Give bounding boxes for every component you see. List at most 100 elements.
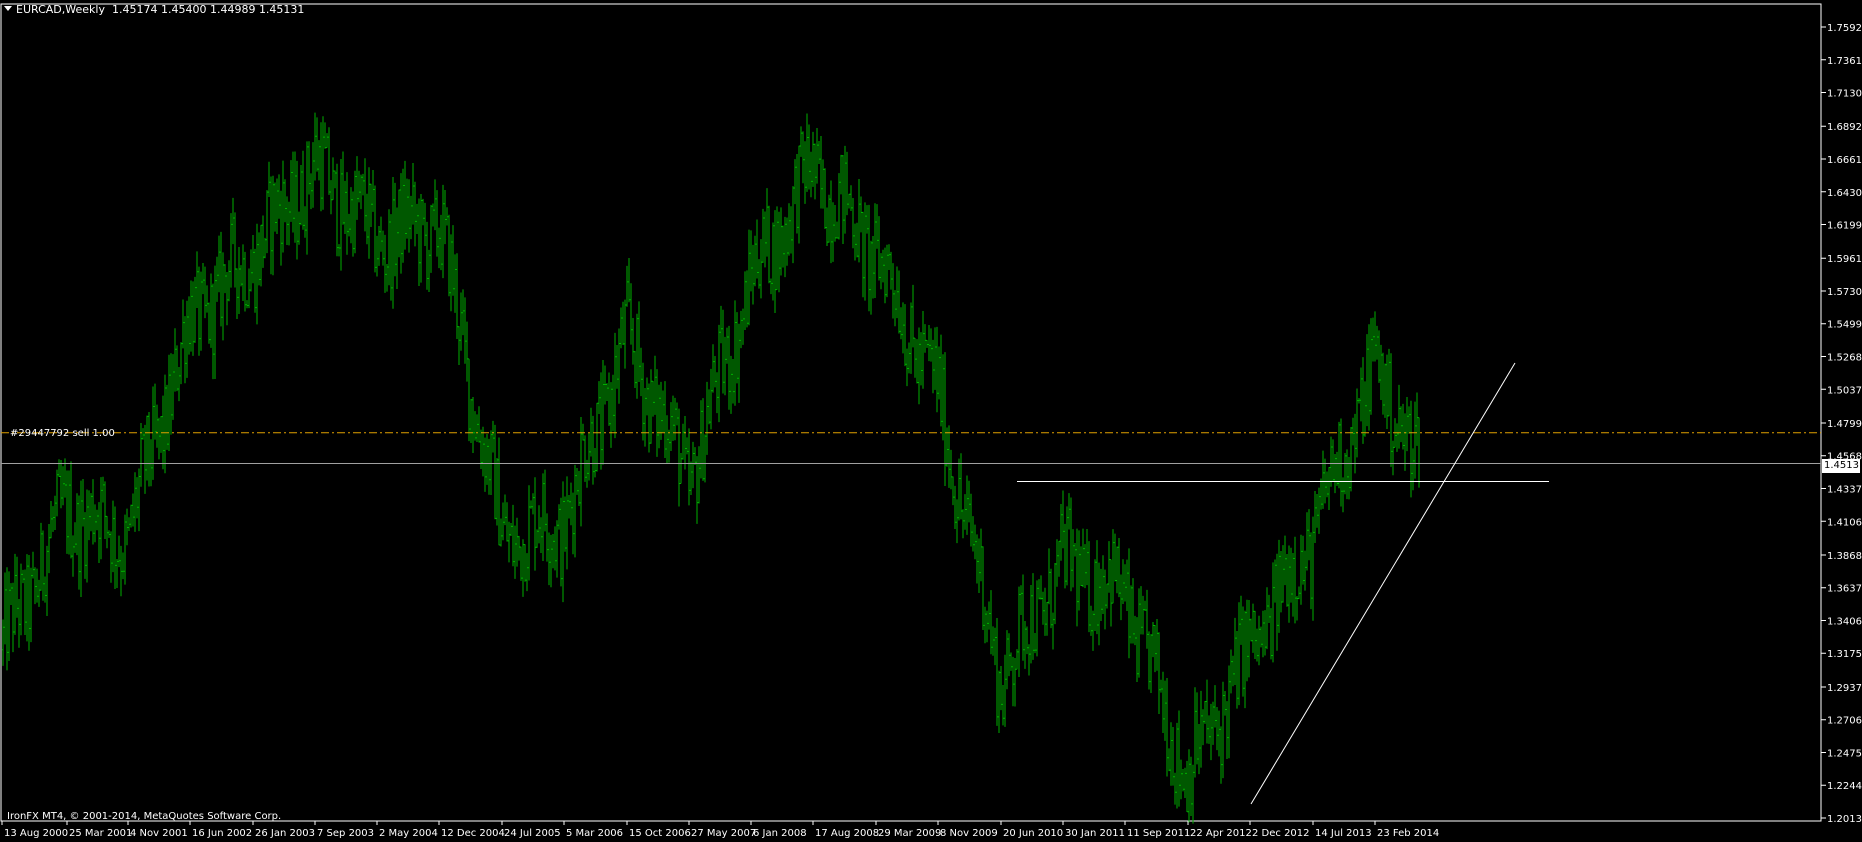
ohlc-bar	[1094, 559, 1096, 632]
ohlc-bar	[1368, 324, 1370, 431]
ohlc-bar	[898, 270, 900, 334]
ohlc-bar	[486, 433, 488, 485]
ohlc-bar	[400, 173, 402, 274]
ohlc-bar	[616, 345, 618, 389]
ohlc-bar	[476, 414, 478, 443]
ohlc-bar	[538, 505, 540, 544]
ohlc-bar	[24, 569, 26, 635]
ohlc-bar	[218, 235, 220, 293]
ohlc-bar	[454, 254, 456, 313]
ohlc-bar	[344, 180, 346, 235]
ohlc-bar	[508, 521, 510, 563]
ohlc-bar	[232, 197, 234, 245]
ohlc-bar	[730, 355, 732, 414]
ohlc-bar	[120, 545, 122, 597]
ohlc-bar	[670, 402, 672, 452]
ohlc-bar	[796, 154, 798, 234]
ohlc-bar	[1026, 626, 1028, 655]
ohlc-bar	[236, 268, 238, 319]
x-tick-label: 27 May 2007	[691, 828, 756, 839]
ohlc-bar	[828, 194, 830, 243]
ohlc-bar	[1160, 679, 1162, 693]
ohlc-bar	[544, 469, 546, 532]
ohlc-bar	[462, 289, 464, 336]
ohlc-bar	[748, 229, 750, 326]
ohlc-bar	[356, 156, 358, 220]
price-chart[interactable]: 1.75920 1.73610 1.71300 1.68920 1.66610 1.643…	[0, 0, 1862, 842]
ohlc-bar	[290, 160, 292, 222]
ohlc-bar	[588, 432, 590, 481]
ohlc-bar	[374, 185, 376, 273]
ohlc-bar	[1104, 569, 1106, 630]
ohlc-bar	[1334, 453, 1336, 494]
y-tick-label: 1.29370	[1827, 683, 1862, 694]
ohlc-bar	[1302, 535, 1304, 585]
ohlc-bar	[1268, 594, 1270, 624]
ohlc-bar	[1100, 568, 1102, 622]
ohlc-bar	[728, 325, 730, 410]
ohlc-bar	[164, 374, 166, 474]
ohlc-bar	[1244, 610, 1246, 709]
ohlc-bar	[1038, 579, 1040, 600]
ohlc-bar	[1372, 317, 1374, 362]
ohlc-bar	[314, 112, 316, 181]
ohlc-bar	[184, 316, 186, 384]
ohlc-bar	[230, 213, 232, 288]
ohlc-bar	[762, 208, 764, 263]
ohlc-bar	[968, 480, 970, 523]
ohlc-bar	[380, 216, 382, 252]
ohlc-bar	[1044, 587, 1046, 636]
x-tick-label: 20 Jun 2010	[1003, 828, 1063, 839]
ohlc-bar	[1316, 494, 1318, 528]
ohlc-bar	[1076, 528, 1078, 627]
ohlc-bar	[620, 307, 622, 349]
ohlc-bar	[942, 354, 944, 441]
ohlc-bar	[956, 499, 958, 544]
ohlc-bar	[1164, 680, 1166, 741]
ohlc-bar	[478, 406, 480, 443]
ohlc-bar	[110, 531, 112, 583]
ohlc-bar	[8, 571, 10, 661]
ohlc-bar	[414, 181, 416, 247]
ohlc-bar	[1294, 536, 1296, 624]
ohlc-bar	[530, 500, 532, 509]
ohlc-bar	[678, 408, 680, 507]
ohlc-bar	[1052, 612, 1054, 650]
ohlc-bar	[1102, 555, 1104, 614]
ohlc-bar	[370, 183, 372, 228]
ohlc-bar	[1250, 618, 1252, 642]
ohlc-bar	[934, 327, 936, 390]
ohlc-bar	[1000, 665, 1002, 711]
ohlc-bar	[668, 429, 670, 463]
ohlc-bar	[62, 466, 64, 506]
ohlc-bar	[1092, 610, 1094, 651]
ohlc-bar	[498, 437, 500, 546]
ohlc-bar	[388, 209, 390, 286]
ohlc-bar	[1402, 403, 1404, 450]
ohlc-bar	[1376, 325, 1378, 360]
ohlc-bar	[260, 224, 262, 287]
y-tick-label: 1.68920	[1827, 122, 1862, 133]
ohlc-bar	[460, 292, 462, 351]
ohlc-bar	[802, 131, 804, 184]
ohlc-bar	[756, 219, 758, 279]
ohlc-bar	[1086, 528, 1088, 586]
ohlc-bar	[904, 304, 906, 367]
ohlc-bar	[466, 321, 468, 382]
ohlc-bar	[1016, 649, 1018, 670]
ohlc-bar	[958, 458, 960, 521]
chart-window[interactable]: 1.75920 1.73610 1.71300 1.68920 1.66610 1.643…	[0, 0, 1862, 842]
ohlc-bar	[256, 223, 258, 325]
ohlc-bar	[858, 179, 860, 263]
ohlc-bar	[440, 214, 442, 271]
dropdown-triangle-icon[interactable]	[4, 6, 12, 11]
ohlc-bar	[1396, 423, 1398, 452]
ohlc-bar	[786, 217, 788, 266]
ohlc-bar	[810, 151, 812, 198]
ohlc-bar	[604, 365, 606, 405]
ohlc-bar	[628, 257, 630, 303]
ohlc-bar	[576, 467, 578, 495]
ohlc-bar	[1082, 528, 1084, 588]
ohlc-bar	[1296, 596, 1298, 621]
ohlc-bar	[1146, 589, 1148, 649]
